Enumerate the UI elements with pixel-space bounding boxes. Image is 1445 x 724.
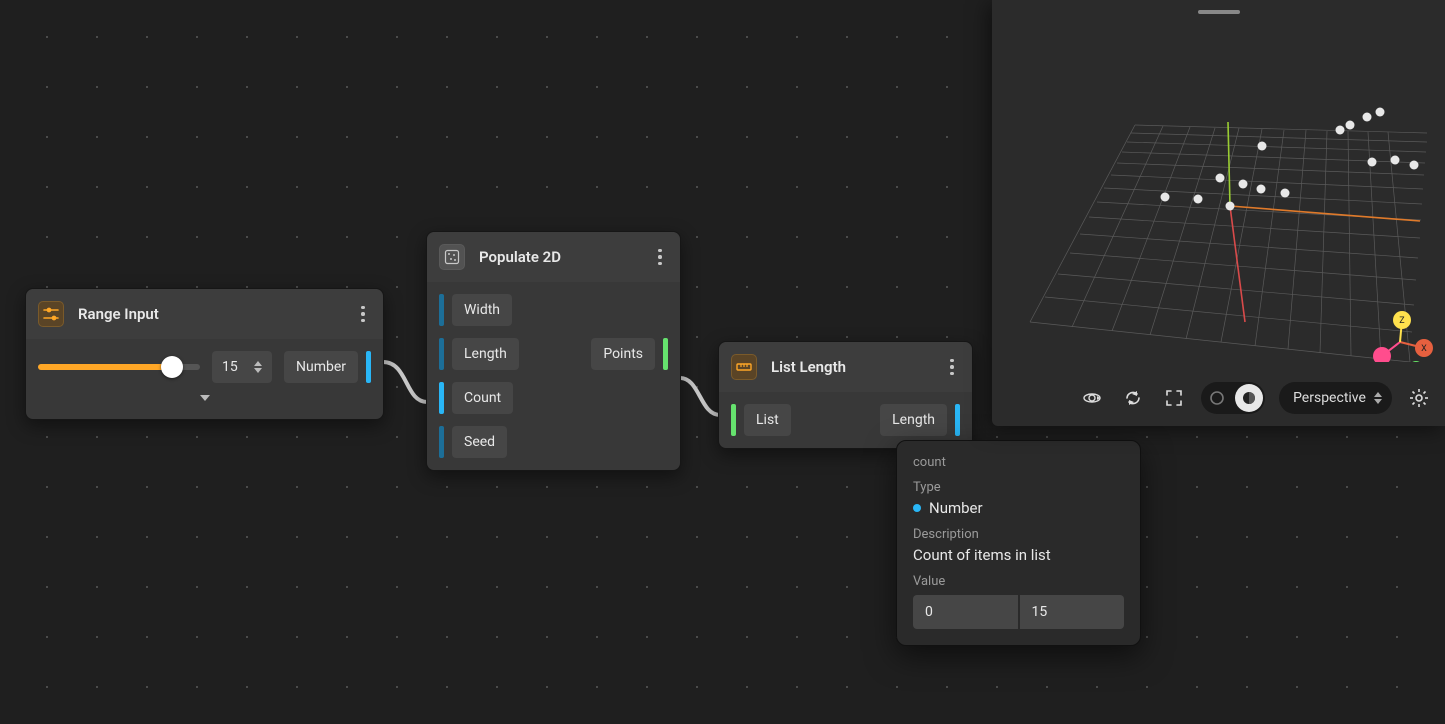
node-title: Range Input [78,305,341,323]
tooltip-desc-label: Description [913,527,1124,542]
node-title: List Length [771,358,930,376]
port-label: Number [296,359,346,375]
node-menu-button[interactable] [652,246,668,268]
node-populate-2d[interactable]: Populate 2D Width Length Count Seed Poin… [426,231,681,471]
output-port-length[interactable]: Length [880,404,960,436]
output-port-number[interactable]: Number [284,351,371,383]
node-menu-button[interactable] [355,303,371,325]
projection-label: Perspective [1293,390,1366,406]
range-value-input[interactable]: 15 [212,351,272,383]
input-port-count[interactable]: Count [439,382,519,414]
range-value-text: 15 [222,359,238,375]
port-label: List [756,412,779,428]
circle-solid-icon [1241,390,1257,406]
grid-scatter-icon [439,244,465,270]
input-port-list[interactable]: List [731,404,791,436]
sync-icon [1123,388,1143,408]
viewport-scene: X Z [1000,22,1437,362]
sync-button[interactable] [1119,384,1146,412]
node-header[interactable]: Populate 2D [427,232,680,282]
node-canvas[interactable]: Range Input 15 Number [0,0,1445,724]
svg-text:Z: Z [1399,316,1405,326]
port-label: Length [464,346,507,362]
node-title: Populate 2D [479,248,638,266]
range-slider[interactable] [38,358,200,376]
projection-select[interactable]: Perspective [1279,382,1392,414]
toggle-knob [1235,384,1263,412]
ruler-icon [731,354,757,380]
shading-toggle[interactable] [1201,382,1265,414]
sliders-icon [38,301,64,327]
node-header[interactable]: List Length [719,342,972,392]
output-port-points[interactable]: Points [591,338,668,370]
input-port-length[interactable]: Length [439,338,519,370]
tooltip-value-label: Value [913,574,1124,589]
chevron-down-icon[interactable] [254,368,262,373]
circle-outline-icon [1201,382,1233,414]
tooltip-type-value: Number [929,499,983,517]
port-label: Points [603,346,643,362]
tooltip-value-data: 15 [1020,595,1125,629]
viewport-panel[interactable]: X Z [992,0,1445,426]
range-stepper[interactable] [254,351,266,383]
input-port-width[interactable]: Width [439,294,519,326]
svg-text:X: X [1421,344,1427,354]
tooltip-value-row: 0 15 [913,595,1124,629]
viewport-toolbar: Perspective [992,374,1445,426]
chevron-up-icon[interactable] [254,361,262,366]
port-tooltip: count Type Number Description Count of i… [896,440,1141,646]
orbit-button[interactable] [1078,384,1105,412]
chevron-down-icon [200,395,210,401]
node-range-input[interactable]: Range Input 15 Number [25,288,384,420]
type-dot-icon [913,504,921,512]
input-port-seed[interactable]: Seed [439,426,519,458]
orbit-icon [1082,388,1102,408]
node-menu-button[interactable] [944,356,960,378]
node-list-length[interactable]: List Length List Length [718,341,973,449]
viewport-3d[interactable]: X Z [1000,22,1437,374]
gear-icon [1409,388,1429,408]
expand-toggle[interactable] [38,395,371,407]
tooltip-type-label: Type [913,480,1124,495]
port-label: Width [464,302,500,318]
port-label: Seed [464,434,495,450]
node-header[interactable]: Range Input [26,289,383,339]
fit-button[interactable] [1160,384,1187,412]
panel-drag-handle[interactable] [1198,10,1240,14]
tooltip-name: count [913,455,1124,470]
settings-button[interactable] [1406,384,1433,412]
port-label: Length [892,412,935,428]
tooltip-desc-value: Count of items in list [913,546,1124,564]
maximize-icon [1164,388,1184,408]
tooltip-value-index: 0 [913,595,1018,629]
port-label: Count [464,390,501,406]
select-chevrons-icon [1374,392,1382,404]
